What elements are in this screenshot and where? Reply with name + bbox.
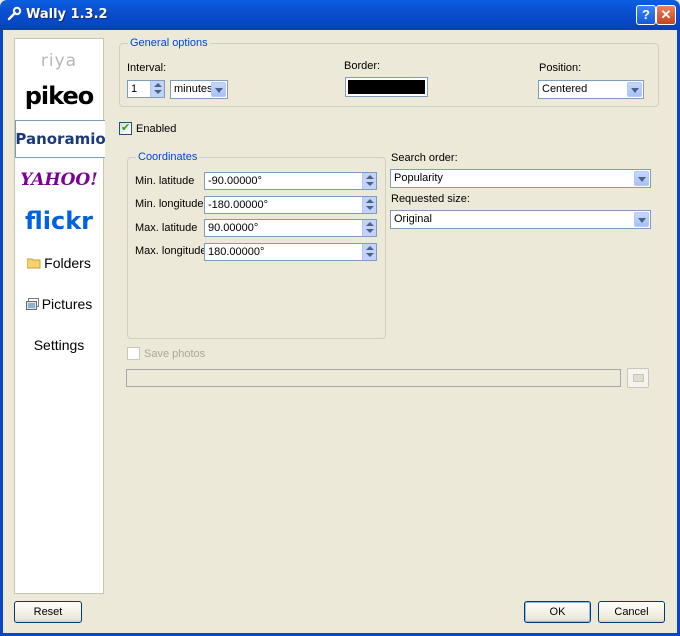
pictures-icon xyxy=(25,298,39,310)
min-latitude-spin-arrows[interactable] xyxy=(362,173,376,189)
coordinates-title: Coordinates xyxy=(136,151,200,163)
title-bar: Wally 1.3.2 ? ✕ xyxy=(0,0,680,30)
sidebar-item-settings[interactable]: Settings xyxy=(15,326,103,364)
reset-button[interactable]: Reset xyxy=(14,601,82,623)
riya-logo: riya xyxy=(40,51,78,71)
interval-label: Interval: xyxy=(127,62,167,74)
sidebar-item-yahoo[interactable]: YAHOO! xyxy=(15,161,103,199)
position-select[interactable]: Centered xyxy=(538,80,644,99)
search-order-label: Search order: xyxy=(391,152,458,164)
border-label: Border: xyxy=(344,60,381,72)
yahoo-logo: YAHOO! xyxy=(20,170,98,190)
general-options-title: General options xyxy=(128,37,210,49)
window-title: Wally 1.3.2 xyxy=(26,7,108,22)
interval-spin-arrows[interactable] xyxy=(150,81,164,97)
sidebar-item-pikeo[interactable]: pikeo xyxy=(15,77,103,115)
max-latitude-spin-arrows[interactable] xyxy=(362,220,376,236)
chevron-down-icon[interactable] xyxy=(211,82,226,97)
min-longitude-label: Min. longitude xyxy=(135,198,204,210)
max-latitude-field[interactable]: 90.00000° xyxy=(204,219,377,237)
chevron-down-icon[interactable] xyxy=(634,171,649,186)
source-sidebar: riya pikeo Panoramio YAHOO! flickr Folde… xyxy=(14,38,106,594)
enabled-label: Enabled xyxy=(136,123,177,135)
wrench-icon xyxy=(7,6,22,21)
min-latitude-field[interactable]: -90.00000° xyxy=(204,172,377,190)
interval-spinner[interactable]: 1 xyxy=(127,80,165,98)
max-longitude-spin-arrows[interactable] xyxy=(362,244,376,260)
chevron-down-icon[interactable] xyxy=(634,212,649,227)
sidebar-item-riya[interactable]: riya xyxy=(15,42,103,80)
panoramio-logo: Panoramio xyxy=(15,130,106,148)
browse-folder-icon xyxy=(633,374,644,382)
help-button[interactable]: ? xyxy=(636,5,656,25)
chevron-down-icon[interactable] xyxy=(627,82,642,97)
close-button[interactable]: ✕ xyxy=(656,5,676,25)
ok-button[interactable]: OK xyxy=(524,601,591,623)
sidebar-item-label: Pictures xyxy=(41,296,93,312)
border-color-swatch xyxy=(348,80,425,94)
folder-icon xyxy=(27,258,41,269)
requested-size-label: Requested size: xyxy=(391,193,470,205)
sidebar-item-panoramio[interactable]: Panoramio xyxy=(15,120,106,158)
sidebar-item-flickr[interactable]: flickr xyxy=(15,202,103,240)
save-photos-checkbox[interactable] xyxy=(127,347,140,360)
max-longitude-label: Max. longitude xyxy=(135,245,207,257)
min-latitude-label: Min. latitude xyxy=(135,175,195,187)
position-label: Position: xyxy=(539,62,582,74)
requested-size-select[interactable]: Original xyxy=(390,210,651,229)
sidebar-item-pictures[interactable]: Pictures xyxy=(15,285,103,323)
cancel-button[interactable]: Cancel xyxy=(598,601,665,623)
flickr-logo: flickr xyxy=(24,207,94,235)
sidebar-item-folders[interactable]: Folders xyxy=(15,244,103,282)
browse-folder-button[interactable] xyxy=(627,368,649,388)
save-path-field[interactable] xyxy=(126,369,621,387)
enabled-checkbox[interactable] xyxy=(119,121,132,135)
border-color-picker[interactable] xyxy=(345,77,428,97)
sidebar-item-label: Settings xyxy=(33,337,85,353)
min-longitude-spin-arrows[interactable] xyxy=(362,197,376,213)
interval-unit-select[interactable]: minutes xyxy=(170,80,228,99)
search-order-select[interactable]: Popularity xyxy=(390,169,651,188)
max-longitude-field[interactable]: 180.00000° xyxy=(204,243,377,261)
pikeo-logo: pikeo xyxy=(24,82,94,110)
max-latitude-label: Max. latitude xyxy=(135,222,198,234)
save-photos-label: Save photos xyxy=(144,348,206,360)
sidebar-item-label: Folders xyxy=(44,255,91,271)
min-longitude-field[interactable]: -180.00000° xyxy=(204,196,377,214)
